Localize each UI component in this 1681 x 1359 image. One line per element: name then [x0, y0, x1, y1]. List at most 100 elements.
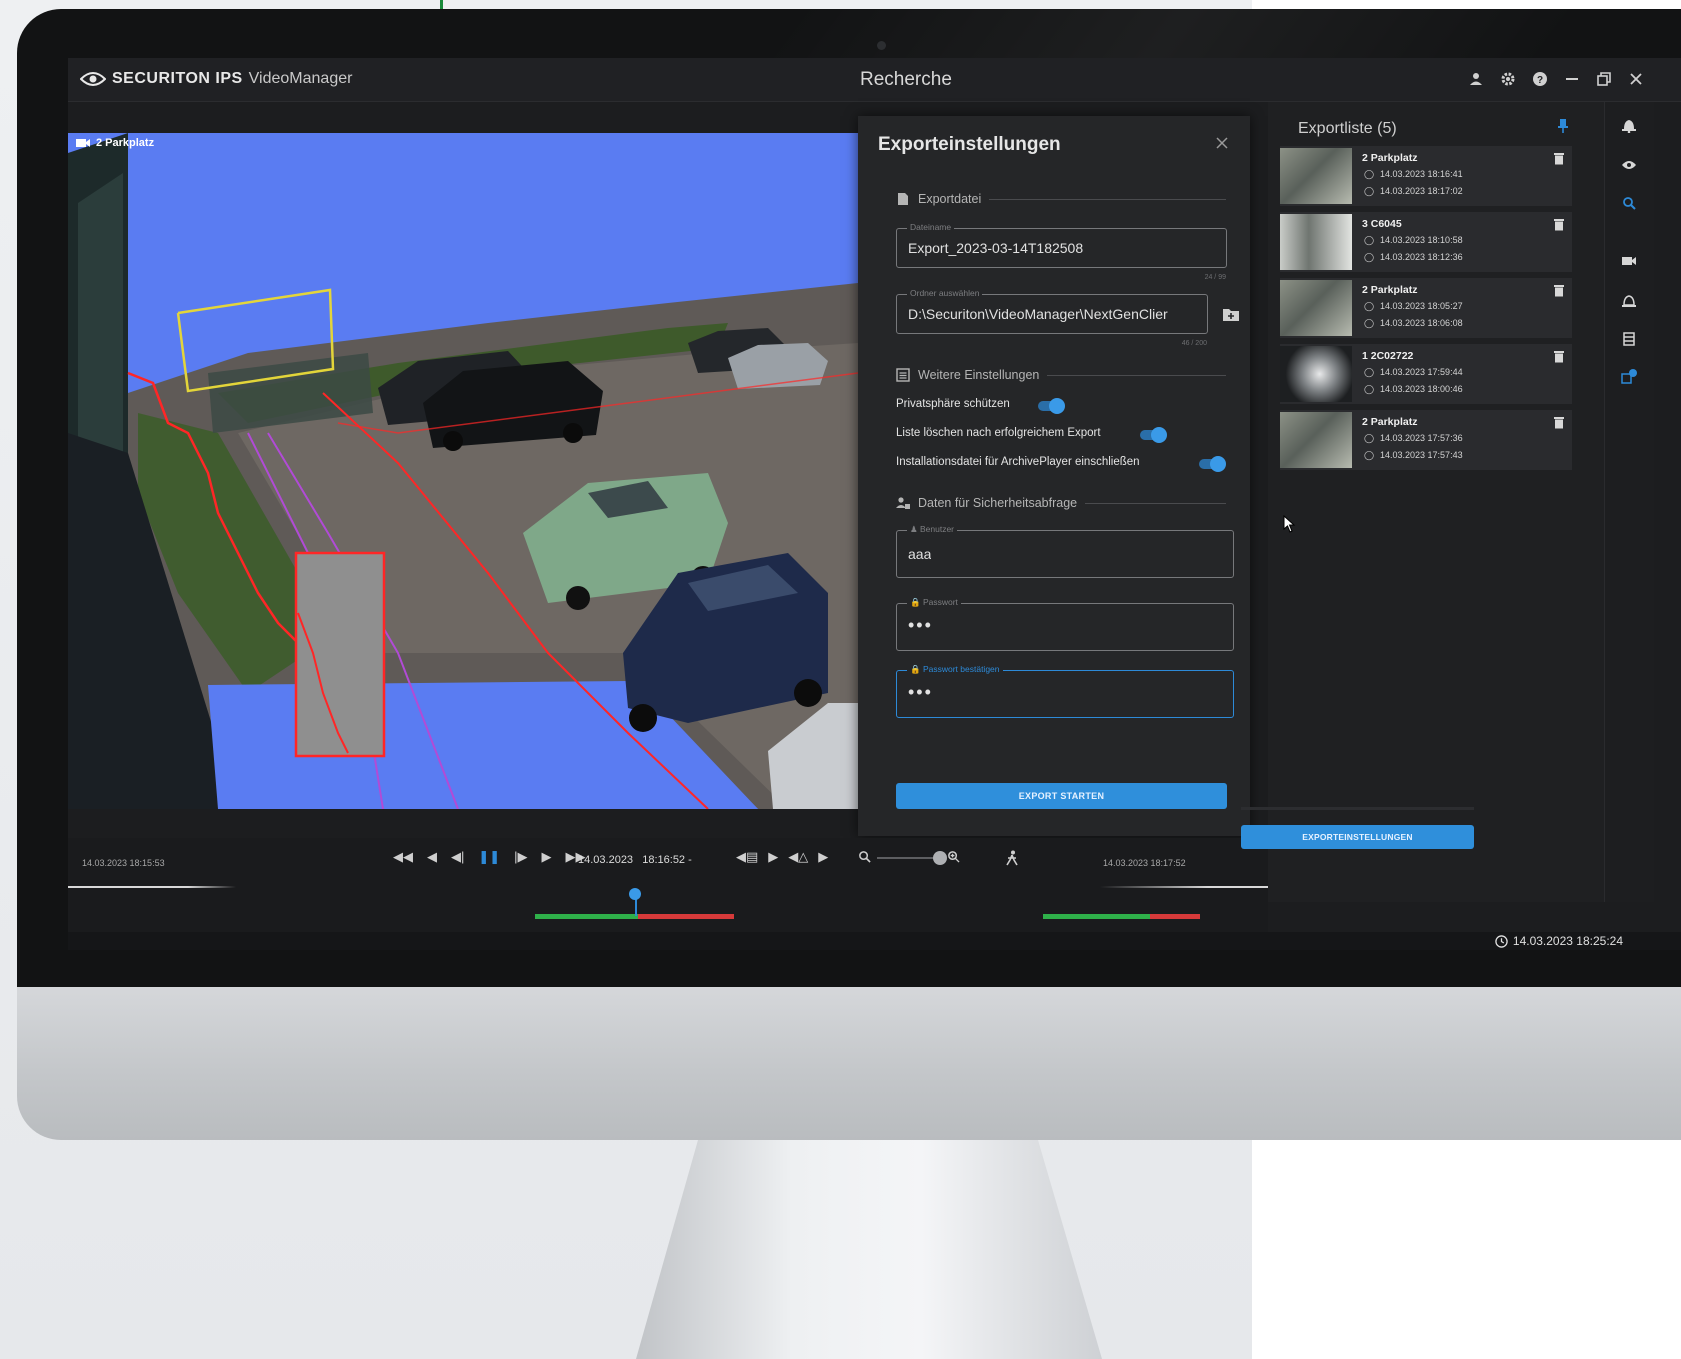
folder-value: D:\Securiton\VideoManager\NextGenClier: [908, 306, 1168, 322]
filename-counter: 24 / 99: [1204, 274, 1226, 281]
rewind-fast-icon[interactable]: ◀◀: [393, 849, 413, 865]
privacy-toggle[interactable]: [1038, 398, 1065, 414]
clip-end: 14.03.2023 18:00:46: [1380, 384, 1463, 394]
clip-thumbnail: [1280, 214, 1352, 270]
eye-icon[interactable]: [1620, 156, 1638, 174]
clear-list-toggle[interactable]: [1140, 427, 1167, 443]
section-security: Daten für Sicherheitsabfrage: [896, 496, 1226, 510]
brand-logo: SECURITON IPS VideoManager: [80, 70, 352, 88]
password-field[interactable]: 🔒 Passwort •••: [896, 597, 1234, 651]
zoom-slider-knob[interactable]: [933, 851, 947, 865]
webcam: [877, 41, 886, 50]
restore-icon[interactable]: [1595, 70, 1613, 88]
export-list-item[interactable]: 2 Parkplatz ◯ 14.03.2023 18:16:41 ◯ 14.0…: [1280, 146, 1572, 206]
trash-icon[interactable]: [1554, 152, 1564, 166]
alarm-bell-icon[interactable]: [1620, 292, 1638, 310]
section-label: Daten für Sicherheitsabfrage: [918, 496, 1078, 510]
end-time-icon: ◯: [1364, 186, 1375, 196]
title-bar: SECURITON IPS VideoManager Recherche ?: [68, 58, 1681, 102]
clip-name: 2 Parkplatz: [1362, 284, 1418, 296]
motion-search-icon[interactable]: [1004, 850, 1020, 870]
camera-name: 2 Parkplatz: [96, 137, 155, 149]
svg-text:?: ?: [1537, 75, 1543, 86]
end-time-icon: ◯: [1364, 450, 1375, 460]
app-window: SECURITON IPS VideoManager Recherche ? 2…: [68, 58, 1681, 950]
minimize-icon[interactable]: [1563, 70, 1581, 88]
export-list-item[interactable]: 3 C6045 ◯ 14.03.2023 18:10:58 ◯ 14.03.20…: [1280, 212, 1572, 272]
user-icon[interactable]: [1467, 70, 1485, 88]
zoom-in-icon[interactable]: [947, 850, 960, 866]
export-badge-icon[interactable]: [1620, 368, 1638, 386]
clip-name: 2 Parkplatz: [1362, 416, 1418, 428]
start-time-icon: ◯: [1364, 235, 1375, 245]
clip-name: 3 C6045: [1362, 218, 1402, 230]
playhead-handle[interactable]: [629, 888, 641, 900]
next-mark-icon[interactable]: ▶: [768, 849, 778, 865]
export-start-button[interactable]: EXPORT STARTEN: [896, 783, 1227, 809]
prev-mark-icon[interactable]: ◀▤: [736, 849, 758, 865]
folder-counter: 46 / 200: [1181, 340, 1207, 347]
next-alarm-icon[interactable]: ▶: [818, 849, 828, 865]
pause-icon[interactable]: ❚❚: [478, 849, 500, 865]
export-list-item[interactable]: 2 Parkplatz ◯ 14.03.2023 18:05:27 ◯ 14.0…: [1280, 278, 1572, 338]
export-list-item[interactable]: 1 2C02722 ◯ 14.03.2023 17:59:44 ◯ 14.03.…: [1280, 344, 1572, 404]
gear-icon[interactable]: [1499, 70, 1517, 88]
trash-icon[interactable]: [1554, 416, 1564, 430]
password-legend: 🔒 Passwort: [907, 597, 961, 608]
bell-icon[interactable]: [1620, 116, 1638, 134]
clip-end: 14.03.2023 18:12:36: [1380, 252, 1463, 262]
start-time-icon: ◯: [1364, 433, 1375, 443]
alarm-segment[interactable]: [1150, 914, 1200, 919]
clip-start: 14.03.2023 17:57:36: [1380, 433, 1463, 443]
pin-icon[interactable]: [1558, 118, 1568, 134]
video-camera-icon[interactable]: [1620, 252, 1638, 270]
timeline-track: [68, 886, 1268, 888]
prev-alarm-icon[interactable]: ◀△: [788, 849, 808, 865]
bookmark-controls: ◀▤ ▶ ◀△ ▶: [736, 849, 828, 865]
rewind-icon[interactable]: ◀: [427, 849, 437, 865]
zoom-slider[interactable]: [877, 851, 947, 865]
play-icon[interactable]: ▶: [542, 849, 552, 865]
search-icon[interactable]: [1620, 194, 1638, 212]
trash-icon[interactable]: [1554, 284, 1564, 298]
clip-start: 14.03.2023 18:16:41: [1380, 169, 1463, 179]
recording-segment[interactable]: [535, 914, 638, 919]
export-list-item[interactable]: 2 Parkplatz ◯ 14.03.2023 17:57:36 ◯ 14.0…: [1280, 410, 1572, 470]
start-time-icon: ◯: [1364, 367, 1375, 377]
export-settings-dialog: Exporteinstellungen Exportdatei Dateinam…: [858, 116, 1250, 836]
recording-segment[interactable]: [1043, 914, 1150, 919]
zoom-out-icon[interactable]: [858, 850, 871, 866]
help-icon[interactable]: ?: [1531, 70, 1549, 88]
trash-icon[interactable]: [1554, 350, 1564, 364]
user-legend: ♟ Benutzer: [907, 524, 958, 535]
system-clock: 14.03.2023 18:25:24: [1495, 934, 1623, 948]
password-confirm-field[interactable]: 🔒 Passwort bestätigen •••: [896, 664, 1234, 718]
toggle-label-privacy: Privatsphäre schützen: [896, 398, 1010, 410]
installer-toggle[interactable]: [1199, 456, 1226, 472]
step-back-icon[interactable]: ◀|: [451, 849, 464, 865]
clip-start: 14.03.2023 18:05:27: [1380, 301, 1463, 311]
filename-field[interactable]: Dateiname Export_2023-03-14T182508 24 / …: [896, 222, 1227, 281]
clip-start: 14.03.2023 17:59:44: [1380, 367, 1463, 377]
clip-thumbnail: [1280, 148, 1352, 204]
dialog-title: Exporteinstellungen: [878, 134, 1061, 155]
user-field[interactable]: ♟ Benutzer aaa: [896, 524, 1234, 578]
close-icon[interactable]: [1216, 136, 1228, 154]
eye-logo-icon: [80, 72, 106, 86]
window-controls: ?: [1467, 70, 1645, 88]
folder-open-icon[interactable]: [1222, 307, 1240, 323]
alarm-segment[interactable]: [638, 914, 734, 919]
trash-icon[interactable]: [1554, 218, 1564, 232]
clip-name: 2 Parkplatz: [1362, 152, 1418, 164]
filename-value: Export_2023-03-14T182508: [908, 240, 1084, 256]
camera-video[interactable]: 2 Parkplatz: [68, 133, 858, 809]
grid-layout-icon[interactable]: [1620, 330, 1638, 348]
step-forward-icon[interactable]: |▶: [514, 849, 527, 865]
end-time-icon: ◯: [1364, 384, 1375, 394]
password-confirm-value: •••: [908, 682, 933, 702]
monitor-chin: [17, 987, 1681, 1140]
folder-field[interactable]: Ordner auswählen D:\Securiton\VideoManag…: [896, 288, 1208, 347]
export-settings-button[interactable]: EXPORTEINSTELLUNGEN: [1241, 825, 1474, 849]
close-icon[interactable]: [1627, 70, 1645, 88]
clock-time: 14.03.2023 18:25:24: [1512, 934, 1623, 948]
